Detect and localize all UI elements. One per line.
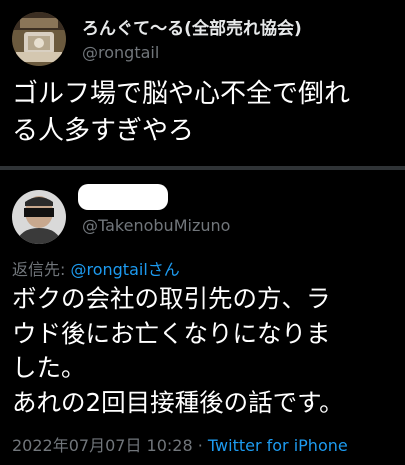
- meta-separator: ·: [192, 436, 208, 455]
- timestamp[interactable]: 2022年07月07日 10:28: [12, 436, 193, 455]
- avatar[interactable]: [12, 12, 66, 66]
- redacted-display-name: [78, 184, 168, 210]
- tweet-text-line: ウド後にお亡くなりになりま: [12, 318, 331, 348]
- tweet-text-line: した。: [12, 353, 86, 382]
- user-handle[interactable]: @rongtail: [82, 43, 159, 62]
- tweet-text-line: る人多すぎやろ: [12, 116, 195, 146]
- tweet-text: ゴルフ場で脳や心不全で倒れ る人多すぎやろ: [12, 76, 397, 150]
- reply-context: 返信先: @rongtailさん: [12, 256, 180, 280]
- reply-prefix: 返信先:: [12, 260, 71, 279]
- user-handle[interactable]: @TakenobuMizuno: [82, 216, 230, 235]
- reply-suffix: さん: [147, 260, 180, 279]
- tweet-text-line: ボクの会社の取引先の方、ラ: [12, 284, 331, 313]
- tweet-text: ボクの会社の取引先の方、ラ ウド後にお亡くなりになりま した。 あれの2回目接種…: [12, 282, 402, 420]
- tweet-text-line: ゴルフ場で脳や心不全で倒れ: [12, 79, 351, 109]
- reply-to-link[interactable]: @rongtail: [70, 260, 147, 279]
- tweet-text-line: あれの2回目接種後の話です。: [12, 387, 344, 417]
- avatar[interactable]: [12, 190, 66, 244]
- display-name[interactable]: ろんぐて〜る(全部売れ協会): [82, 14, 302, 39]
- original-tweet: ろんぐて〜る(全部売れ協会) @rongtail ゴルフ場で脳や心不全で倒れ る…: [0, 0, 405, 166]
- reply-tweet: @TakenobuMizuno 返信先: @rongtailさん ボクの会社の取…: [0, 170, 405, 465]
- tweet-meta: 2022年07月07日 10:28 · Twitter for iPhone: [12, 432, 348, 456]
- source-link[interactable]: Twitter for iPhone: [208, 436, 348, 455]
